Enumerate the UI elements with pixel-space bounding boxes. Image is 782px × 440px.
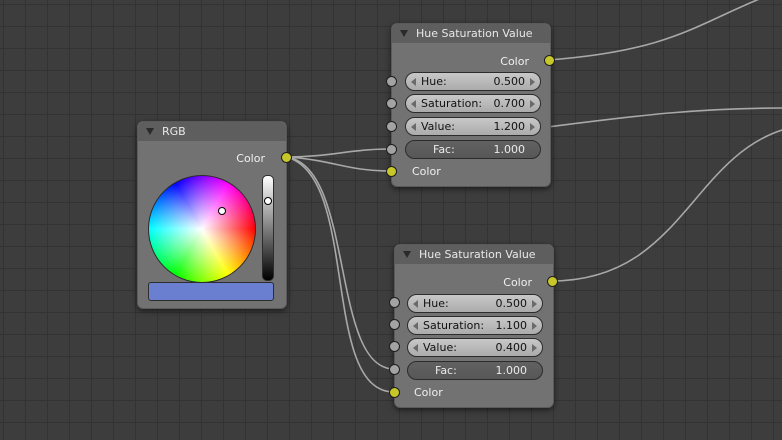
field-value: 0.400 [495,341,528,354]
hsv-bottom-saturation-field[interactable]: Saturation: 1.100 [407,316,543,335]
color-wheel[interactable] [148,175,256,283]
hsv-bottom-fac-socket[interactable] [389,364,400,375]
decrement-arrow-icon[interactable] [413,300,418,308]
field-value: 0.500 [495,297,528,310]
link-rgb-to-bottom-fac [285,156,395,370]
hsv-bottom-output-socket[interactable] [547,276,558,287]
field-value: 1.100 [495,319,528,332]
link-top-out-2 [539,107,782,129]
decrement-arrow-icon[interactable] [411,100,416,108]
hsv-bottom-value-socket[interactable] [389,341,400,352]
increment-arrow-icon[interactable] [532,344,537,352]
hsv-top-header[interactable]: Hue Saturation Value [392,24,550,43]
value-slider[interactable] [262,175,274,281]
hsv-top-fac-field[interactable]: Fac: 1.000 [405,140,541,159]
link-rgb-to-bottom-color [285,156,395,393]
rgb-node-title: RGB [162,125,186,138]
collapse-triangle-icon[interactable] [400,29,408,37]
value-slider-knob[interactable] [264,197,272,205]
hsv-bottom-saturation-socket[interactable] [389,319,400,330]
field-label: Saturation: [421,97,483,110]
decrement-arrow-icon[interactable] [411,78,416,86]
field-label: Value: [421,120,455,133]
collapse-triangle-icon[interactable] [403,250,411,258]
link-bottom-out [550,129,782,282]
rgb-node-header[interactable]: RGB [138,122,286,141]
field-value: 1.000 [495,364,528,377]
hsv-bottom-output-label: Color [503,276,532,289]
increment-arrow-icon[interactable] [530,123,535,131]
hsv-node-top[interactable]: Hue Saturation Value Color Hue: 0.500 Sa… [391,23,551,187]
rgb-output-label: Color [236,152,265,165]
link-rgb-to-top-color [285,156,392,172]
hsv-bottom-header[interactable]: Hue Saturation Value [395,245,553,264]
link-top-out-1 [548,0,759,61]
decrement-arrow-icon[interactable] [413,344,418,352]
field-value: 0.700 [493,97,526,110]
increment-arrow-icon[interactable] [532,300,537,308]
hsv-top-hue-field[interactable]: Hue: 0.500 [405,72,541,91]
hsv-bottom-color-input-socket[interactable] [389,387,400,398]
hsv-bottom-color-input-label: Color [414,386,443,399]
decrement-arrow-icon[interactable] [411,123,416,131]
hsv-top-hue-socket[interactable] [386,76,397,87]
field-label: Fac: [435,364,457,377]
color-wheel-cursor[interactable] [218,207,226,215]
hsv-top-value-field[interactable]: Value: 1.200 [405,117,541,136]
rgb-output-socket[interactable] [281,152,292,163]
field-value: 1.000 [493,143,526,156]
hsv-bottom-hue-field[interactable]: Hue: 0.500 [407,294,543,313]
field-value: 1.200 [493,120,526,133]
hsv-top-output-socket[interactable] [544,55,555,66]
hsv-top-title: Hue Saturation Value [416,27,533,40]
hsv-node-bottom[interactable]: Hue Saturation Value Color Hue: 0.500 Sa… [394,244,554,408]
field-label: Hue: [423,297,449,310]
hsv-bottom-title: Hue Saturation Value [419,248,536,261]
increment-arrow-icon[interactable] [530,78,535,86]
collapse-triangle-icon[interactable] [146,127,154,135]
hsv-top-fac-socket[interactable] [386,144,397,155]
hsv-bottom-value-field[interactable]: Value: 0.400 [407,338,543,357]
field-label: Fac: [433,143,455,156]
field-label: Value: [423,341,457,354]
decrement-arrow-icon[interactable] [413,322,418,330]
hsv-top-saturation-socket[interactable] [386,98,397,109]
rgb-node[interactable]: RGB Color [137,121,287,309]
increment-arrow-icon[interactable] [532,322,537,330]
rgb-color-swatch[interactable] [148,282,274,301]
hsv-top-color-input-label: Color [412,165,441,178]
hsv-top-color-input-socket[interactable] [386,166,397,177]
field-label: Saturation: [423,319,485,332]
hsv-top-value-socket[interactable] [386,121,397,132]
increment-arrow-icon[interactable] [530,100,535,108]
hsv-bottom-hue-socket[interactable] [389,297,400,308]
field-value: 0.500 [493,75,526,88]
field-label: Hue: [421,75,447,88]
hsv-bottom-fac-field[interactable]: Fac: 1.000 [407,361,543,380]
hsv-top-output-label: Color [500,55,529,68]
link-rgb-to-top-fac [285,148,392,158]
hsv-top-saturation-field[interactable]: Saturation: 0.700 [405,94,541,113]
